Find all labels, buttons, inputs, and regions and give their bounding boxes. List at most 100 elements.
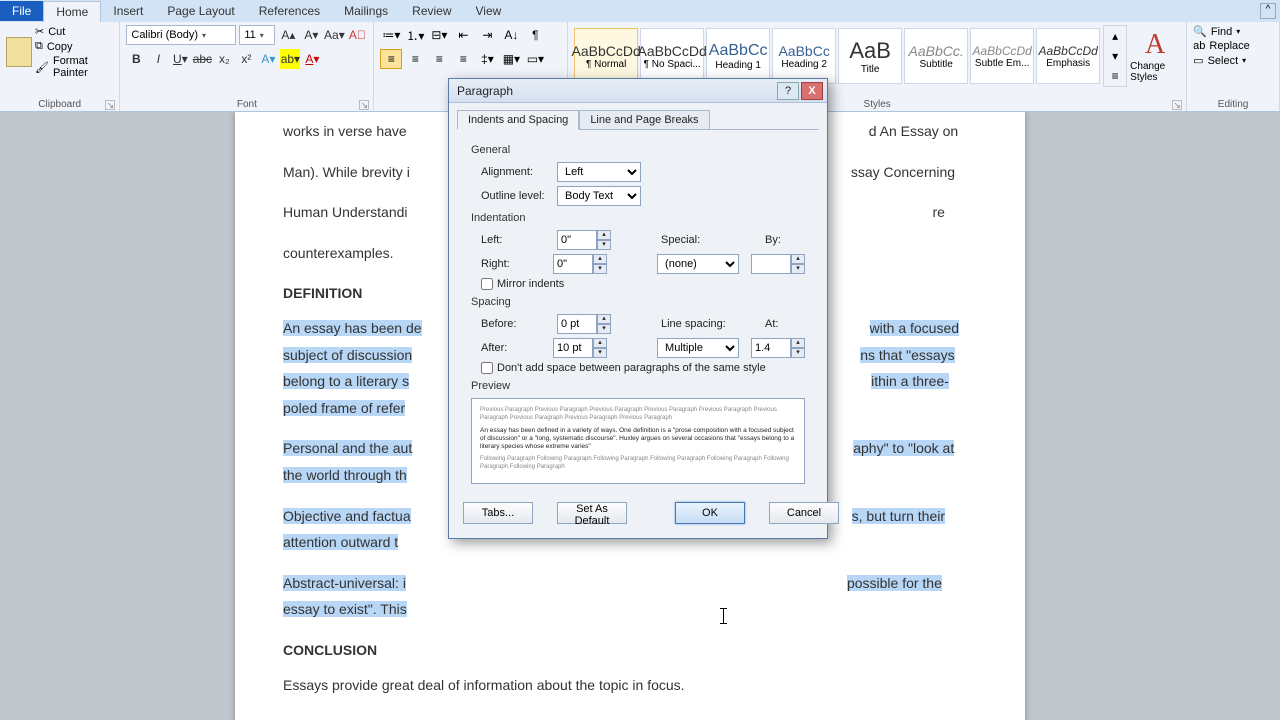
tab-home[interactable]: Home	[43, 1, 101, 22]
line-spacing-button[interactable]: ‡▾	[476, 49, 498, 69]
font-color-button[interactable]: A▾	[302, 49, 322, 69]
style-heading2[interactable]: AaBbCcHeading 2	[772, 28, 836, 84]
strikethrough-button[interactable]: abc	[192, 49, 212, 69]
tab-file[interactable]: File	[0, 1, 43, 21]
help-button[interactable]: ?	[777, 82, 799, 100]
spin-up[interactable]: ▴	[791, 338, 805, 348]
style-subtle-em[interactable]: AaBbCcDdSubtle Em...	[970, 28, 1034, 84]
linespacing-select[interactable]: Multiple	[657, 338, 739, 358]
by-input[interactable]	[751, 254, 791, 274]
decrease-indent-button[interactable]: ⇤	[452, 25, 474, 45]
spin-up[interactable]: ▴	[593, 338, 607, 348]
format-painter-button[interactable]: 🖌Format Painter	[35, 55, 113, 79]
underline-button[interactable]: U▾	[170, 49, 190, 69]
before-input[interactable]	[557, 314, 597, 334]
font-name-combo[interactable]: Calibri (Body)▾	[126, 25, 236, 45]
style-normal[interactable]: AaBbCcDd¶ Normal	[574, 28, 638, 84]
sort-button[interactable]: A↓	[500, 25, 522, 45]
change-case-button[interactable]: Aa▾	[324, 25, 344, 45]
indent-right-input[interactable]	[553, 254, 593, 274]
special-select[interactable]: (none)	[657, 254, 739, 274]
styles-scroll-up[interactable]: ▴	[1104, 26, 1126, 46]
spin-down[interactable]: ▾	[593, 264, 607, 274]
increase-indent-button[interactable]: ⇥	[476, 25, 498, 45]
outline-select[interactable]: Body Text	[557, 186, 641, 206]
style-subtitle[interactable]: AaBbCc.Subtitle	[904, 28, 968, 84]
tab-review[interactable]: Review	[400, 1, 463, 21]
font-launcher-icon[interactable]: ↘	[359, 100, 369, 110]
minimize-ribbon-icon[interactable]: ^	[1260, 3, 1276, 19]
style-emphasis[interactable]: AaBbCcDdEmphasis	[1036, 28, 1100, 84]
show-marks-button[interactable]: ¶	[524, 25, 546, 45]
font-size-combo[interactable]: 11▾	[239, 25, 275, 45]
group-label-editing: Editing	[1193, 97, 1273, 110]
superscript-button[interactable]: x²	[236, 49, 256, 69]
tab-mailings[interactable]: Mailings	[332, 1, 400, 21]
styles-gallery[interactable]: AaBbCcDd¶ Normal AaBbCcDd¶ No Spaci... A…	[574, 28, 1100, 84]
borders-button[interactable]: ▭▾	[524, 49, 546, 69]
dialog-titlebar[interactable]: Paragraph ? X	[449, 79, 827, 103]
clipboard-launcher-icon[interactable]: ↘	[105, 100, 115, 110]
spin-up[interactable]: ▴	[791, 254, 805, 264]
copy-button[interactable]: ⧉Copy	[35, 40, 113, 53]
styles-scroll-down[interactable]: ▾	[1104, 46, 1126, 66]
mirror-indents-checkbox[interactable]	[481, 278, 493, 290]
change-styles-button[interactable]: A Change Styles	[1130, 29, 1180, 83]
highlight-button[interactable]: ab▾	[280, 49, 300, 69]
grow-font-button[interactable]: A▴	[278, 25, 298, 45]
ok-button[interactable]: OK	[675, 502, 745, 524]
align-left-button[interactable]: ≡	[380, 49, 402, 69]
tab-insert[interactable]: Insert	[101, 1, 155, 21]
clear-formatting-button[interactable]: A⃠	[347, 25, 367, 45]
before-label: Before:	[481, 318, 557, 330]
alignment-select[interactable]: Left	[557, 162, 641, 182]
cut-button[interactable]: ✂Cut	[35, 25, 113, 38]
spin-down[interactable]: ▾	[791, 348, 805, 358]
tab-line-page-breaks[interactable]: Line and Page Breaks	[579, 110, 709, 130]
spin-down[interactable]: ▾	[791, 264, 805, 274]
text-effects-button[interactable]: A▾	[258, 49, 278, 69]
section-spacing: Spacing	[471, 296, 805, 308]
tabs-button[interactable]: Tabs...	[463, 502, 533, 524]
spin-up[interactable]: ▴	[597, 314, 611, 324]
tab-references[interactable]: References	[247, 1, 332, 21]
alignment-label: Alignment:	[481, 166, 557, 178]
outline-label: Outline level:	[481, 190, 557, 202]
spin-down[interactable]: ▾	[597, 240, 611, 250]
spin-up[interactable]: ▴	[593, 254, 607, 264]
numbering-button[interactable]: ⒈▾	[404, 25, 426, 45]
subscript-button[interactable]: x₂	[214, 49, 234, 69]
close-button[interactable]: X	[801, 82, 823, 100]
italic-button[interactable]: I	[148, 49, 168, 69]
replace-button[interactable]: abReplace	[1193, 40, 1273, 52]
bold-button[interactable]: B	[126, 49, 146, 69]
align-right-button[interactable]: ≡	[428, 49, 450, 69]
no-space-same-style-checkbox[interactable]	[481, 362, 493, 374]
select-button[interactable]: ▭Select▾	[1193, 54, 1273, 67]
spin-up[interactable]: ▴	[597, 230, 611, 240]
spin-down[interactable]: ▾	[597, 324, 611, 334]
at-input[interactable]	[751, 338, 791, 358]
find-button[interactable]: 🔍Find▾	[1193, 25, 1273, 38]
bullets-button[interactable]: ≔▾	[380, 25, 402, 45]
tab-page-layout[interactable]: Page Layout	[155, 1, 246, 21]
spin-down[interactable]: ▾	[593, 348, 607, 358]
style-heading1[interactable]: AaBbCcHeading 1	[706, 28, 770, 84]
paste-icon[interactable]	[6, 37, 32, 67]
style-title[interactable]: AaBTitle	[838, 28, 902, 84]
justify-button[interactable]: ≡	[452, 49, 474, 69]
set-default-button[interactable]: Set As Default	[557, 502, 627, 524]
multilevel-button[interactable]: ⊟▾	[428, 25, 450, 45]
shading-button[interactable]: ▦▾	[500, 49, 522, 69]
shrink-font-button[interactable]: A▾	[301, 25, 321, 45]
styles-more[interactable]: ≡	[1104, 66, 1126, 86]
after-input[interactable]	[553, 338, 593, 358]
cancel-button[interactable]: Cancel	[769, 502, 839, 524]
tab-view[interactable]: View	[464, 1, 514, 21]
mirror-indents-label: Mirror indents	[497, 278, 564, 290]
styles-launcher-icon[interactable]: ↘	[1172, 100, 1182, 110]
style-nospacing[interactable]: AaBbCcDd¶ No Spaci...	[640, 28, 704, 84]
align-center-button[interactable]: ≡	[404, 49, 426, 69]
tab-indents-spacing[interactable]: Indents and Spacing	[457, 110, 579, 130]
indent-left-input[interactable]	[557, 230, 597, 250]
